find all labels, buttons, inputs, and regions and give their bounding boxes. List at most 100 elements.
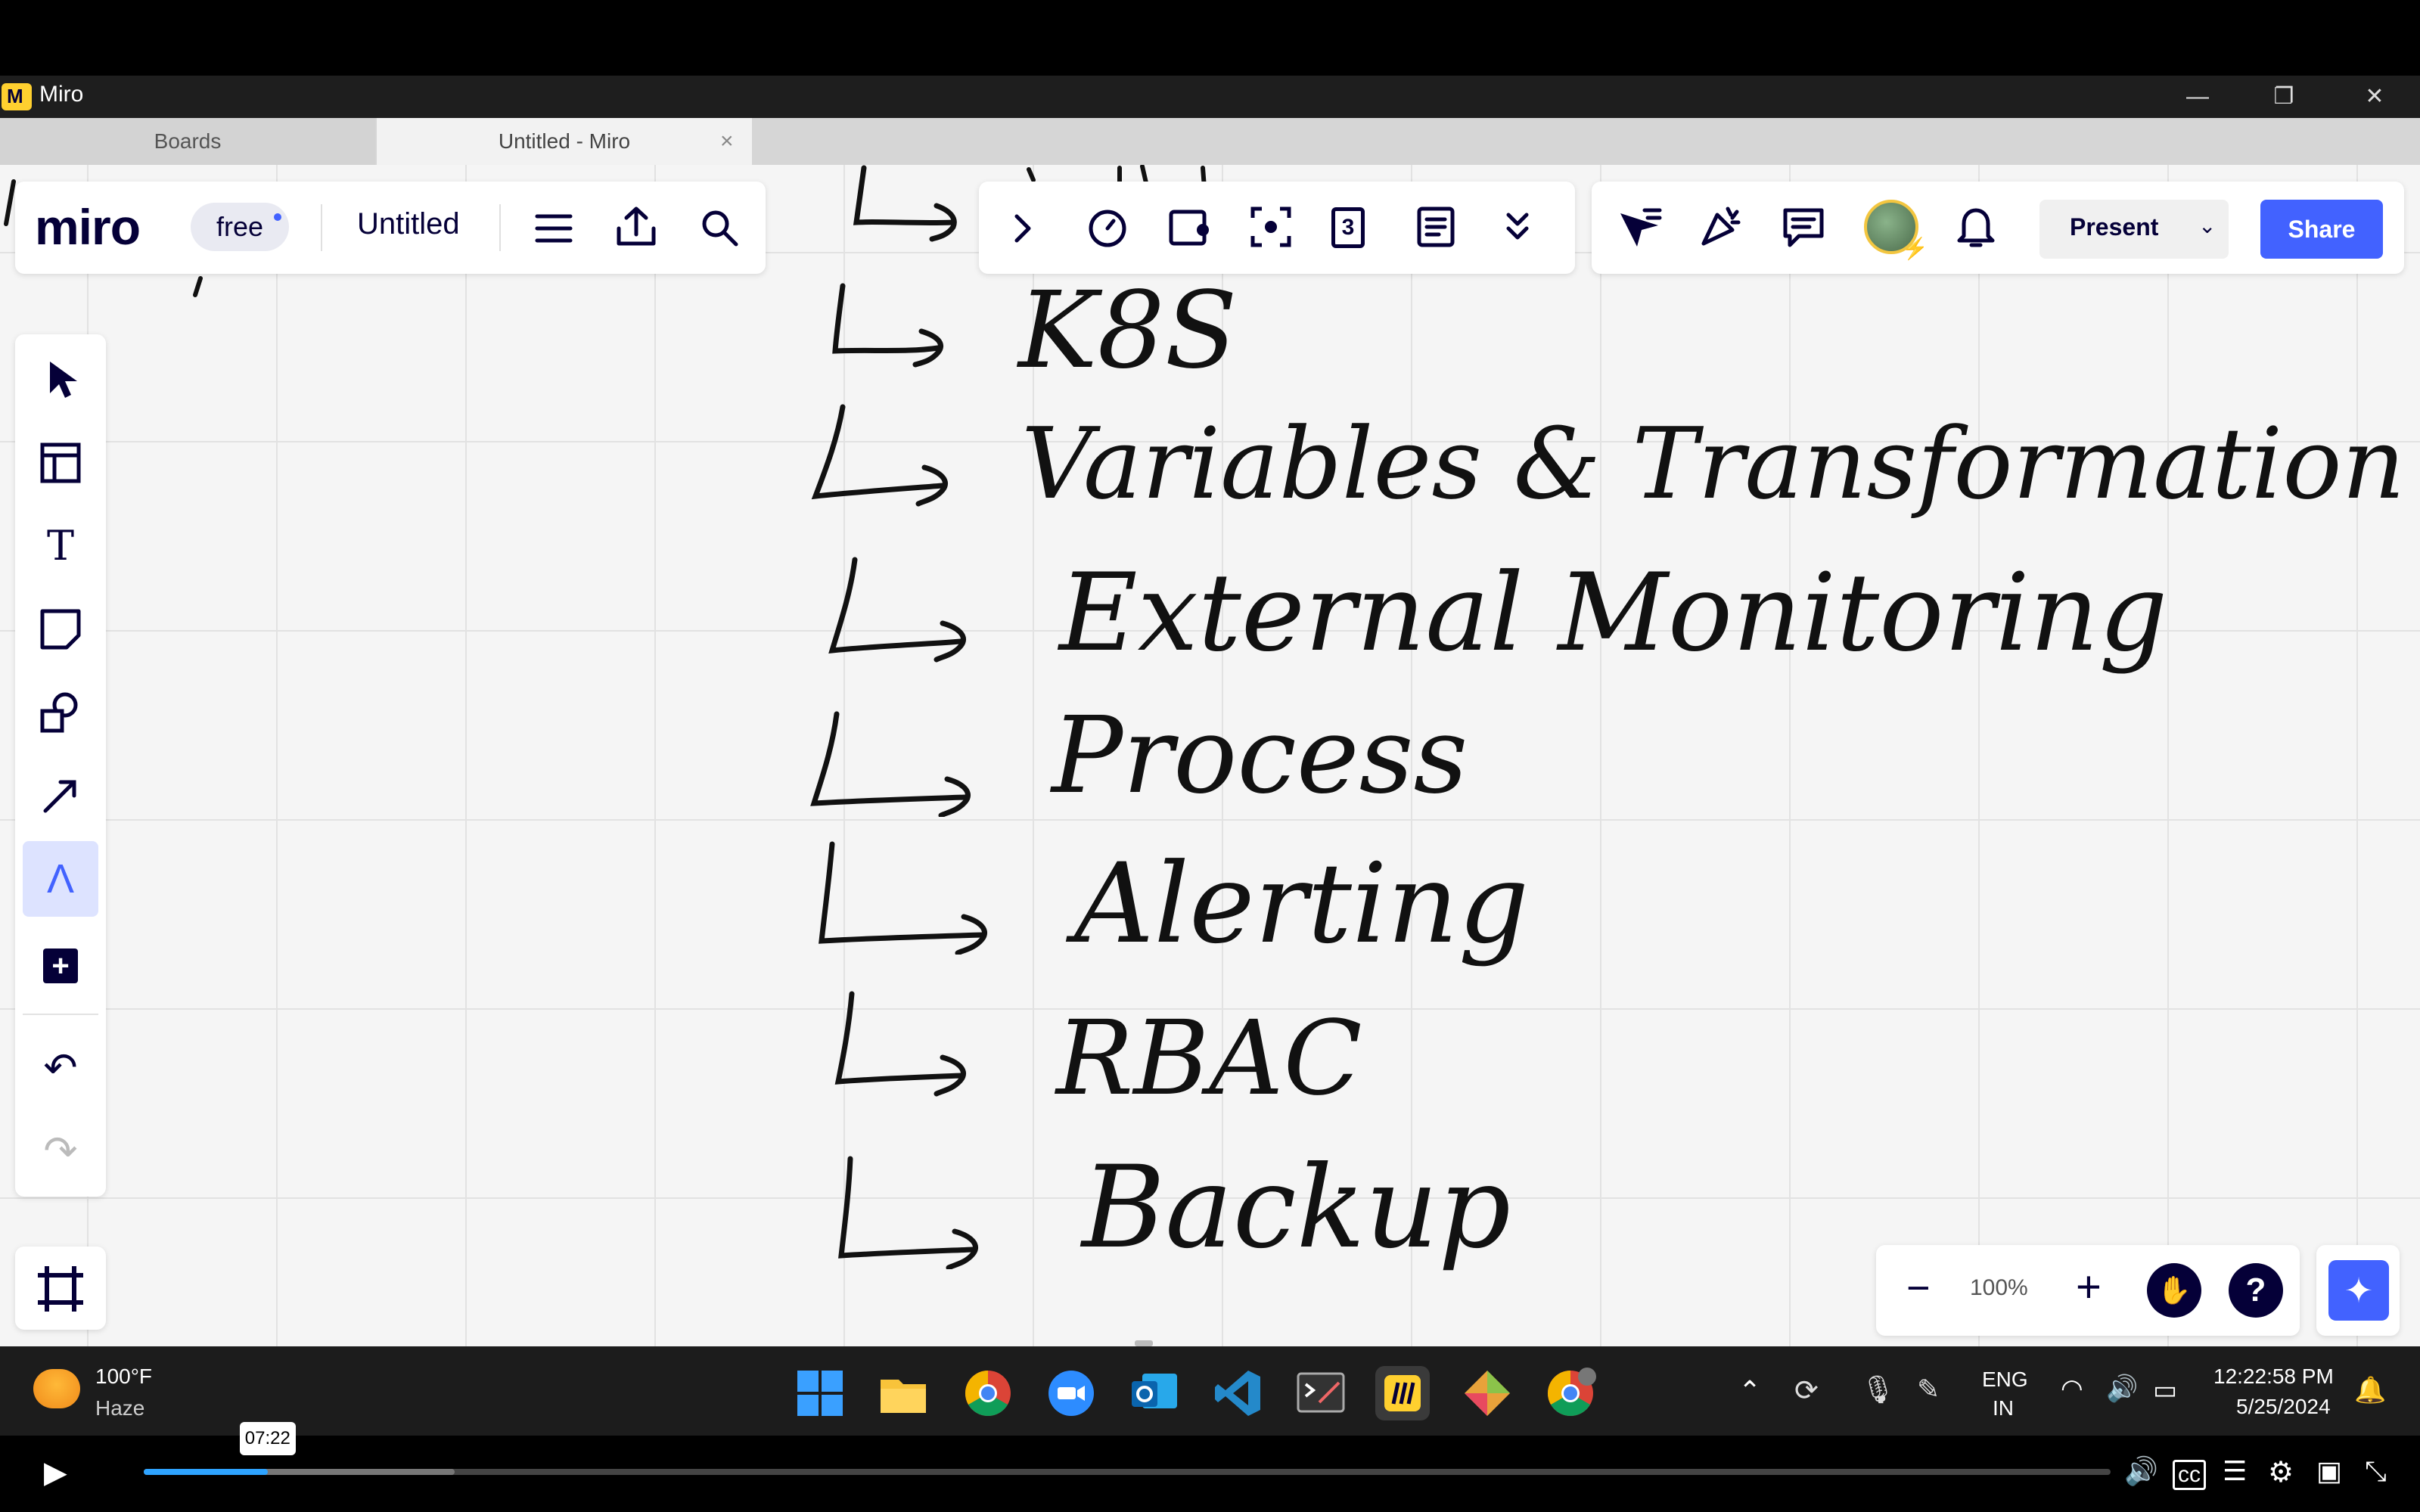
- handwriting-variables-transformation: Variables & Transformation: [1021, 406, 2406, 521]
- card-icon[interactable]: [1167, 204, 1212, 250]
- arrow-backup: [838, 1156, 979, 1269]
- shapes-icon: [40, 692, 78, 733]
- board-header-panel: miro free Untitled: [15, 182, 766, 274]
- counter-icon[interactable]: 3: [1331, 207, 1365, 248]
- counter-value: 3: [1341, 215, 1355, 240]
- search-icon[interactable]: [699, 207, 740, 248]
- chrome-profile-icon[interactable]: [1543, 1366, 1598, 1420]
- select-tool[interactable]: [23, 342, 98, 418]
- minimize-button[interactable]: —: [2164, 79, 2232, 115]
- comments-icon[interactable]: [1781, 204, 1826, 250]
- timer-icon[interactable]: [1085, 204, 1130, 250]
- sticky-note-icon: [40, 609, 81, 650]
- notes-icon[interactable]: [1413, 204, 1459, 250]
- redo-button[interactable]: ↷: [23, 1113, 98, 1189]
- arrow-process: [810, 711, 971, 817]
- miniplayer-icon[interactable]: ▣: [2316, 1455, 2342, 1487]
- zoom-app-icon[interactable]: [1044, 1366, 1098, 1420]
- divider: [23, 1014, 98, 1015]
- undo-button[interactable]: ↶: [23, 1030, 98, 1106]
- sync-icon[interactable]: ⟳: [1794, 1374, 1819, 1408]
- microphone-icon[interactable]: 🎙: [1861, 1374, 1896, 1405]
- chevron-up-icon[interactable]: ⌃: [1738, 1375, 1761, 1407]
- focus-frame-icon[interactable]: [1248, 204, 1294, 250]
- notification-bell-icon[interactable]: 🔔: [2354, 1375, 2386, 1405]
- board-name[interactable]: Untitled: [357, 207, 460, 241]
- language-top[interactable]: ENG: [1982, 1368, 2028, 1392]
- miro-logo[interactable]: miro: [35, 198, 141, 256]
- reactions-icon[interactable]: [1698, 201, 1746, 250]
- tab-boards[interactable]: Boards: [0, 118, 375, 165]
- expand-chevron-icon[interactable]: [1008, 212, 1038, 245]
- share-panel: ⚡ Present ⌄ Share: [1592, 182, 2404, 274]
- help-button[interactable]: ?: [2229, 1263, 2283, 1318]
- vscode-icon[interactable]: [1210, 1366, 1265, 1420]
- export-icon[interactable]: [614, 204, 658, 248]
- arrow-external: [828, 557, 967, 663]
- plus-square-icon: +: [43, 948, 78, 983]
- git-icon[interactable]: [1460, 1366, 1514, 1420]
- clock-date[interactable]: 5/25/2024: [2236, 1395, 2331, 1419]
- zoom-in-button[interactable]: +: [2076, 1262, 2102, 1312]
- shapes-tool[interactable]: [23, 675, 98, 750]
- playlist-icon[interactable]: ☰: [2223, 1455, 2247, 1487]
- clock-time[interactable]: 12:22:58 PM: [2213, 1365, 2334, 1389]
- zoom-level[interactable]: 100%: [1970, 1275, 2028, 1301]
- text-tool[interactable]: T: [23, 508, 98, 584]
- frame-icon: [38, 1266, 83, 1312]
- miro-taskbar-icon[interactable]: [1375, 1366, 1430, 1420]
- collaboration-toolbar: 3: [979, 182, 1575, 274]
- pen-tray-icon[interactable]: ✎: [1917, 1374, 1940, 1405]
- share-button[interactable]: Share: [2260, 200, 2383, 259]
- zoom-out-button[interactable]: −: [1906, 1265, 1931, 1312]
- bell-icon[interactable]: [1955, 204, 1997, 250]
- connection-line-tool[interactable]: [23, 758, 98, 834]
- creation-toolbar: T Λ + ↶ ↷: [15, 334, 106, 1197]
- outlook-icon[interactable]: [1127, 1366, 1182, 1420]
- more-apps-tool[interactable]: +: [23, 924, 98, 1000]
- sticky-note-tool[interactable]: [23, 591, 98, 667]
- weather-haze-icon[interactable]: [33, 1369, 80, 1408]
- file-explorer-icon[interactable]: [876, 1366, 930, 1420]
- wifi-icon[interactable]: ◠: [2061, 1374, 2083, 1404]
- board-canvas[interactable]: K8S Variables & Transformation External …: [0, 165, 2420, 1346]
- hand-tool-button[interactable]: ✋: [2147, 1263, 2201, 1318]
- settings-gear-icon[interactable]: ⚙: [2268, 1455, 2294, 1489]
- handwriting-external-monitoring: External Monitoring: [1059, 551, 2168, 675]
- chrome-icon[interactable]: [961, 1366, 1015, 1420]
- miro-app-icon: M: [2, 83, 32, 110]
- volume-button-icon[interactable]: 🔊: [2124, 1455, 2158, 1487]
- chevron-down-icon[interactable]: ⌄: [2198, 213, 2216, 238]
- restore-button[interactable]: ❐: [2250, 79, 2318, 115]
- close-window-button[interactable]: ✕: [2341, 79, 2409, 115]
- captions-icon[interactable]: cc: [2173, 1460, 2206, 1490]
- handwriting-process: Process: [1052, 694, 1468, 818]
- fullscreen-exit-icon[interactable]: ⤡: [2365, 1455, 2387, 1488]
- plan-badge[interactable]: free: [191, 203, 289, 251]
- language-bottom[interactable]: IN: [1993, 1396, 2014, 1420]
- weather-condition[interactable]: Haze: [95, 1396, 144, 1420]
- arrow-line-icon: [43, 780, 76, 813]
- progress-played[interactable]: [144, 1469, 268, 1475]
- arrow-variables: [811, 404, 949, 507]
- pen-tool[interactable]: Λ: [23, 841, 98, 917]
- templates-tool[interactable]: [23, 425, 98, 501]
- play-button[interactable]: ▶: [44, 1455, 67, 1490]
- sparkle-icon: ✦: [2328, 1260, 2389, 1321]
- cursor-share-icon[interactable]: [1614, 206, 1663, 251]
- present-button[interactable]: Present ⌄: [2039, 200, 2229, 259]
- volume-icon[interactable]: 🔊: [2106, 1374, 2138, 1404]
- tab-close-icon[interactable]: ×: [720, 118, 734, 165]
- ai-assist-button[interactable]: ✦: [2316, 1245, 2400, 1336]
- menu-icon[interactable]: [534, 209, 573, 248]
- terminal-icon[interactable]: [1294, 1366, 1348, 1420]
- weather-temperature[interactable]: 100°F: [95, 1365, 152, 1389]
- start-icon[interactable]: [793, 1366, 847, 1420]
- collapse-icon[interactable]: [1502, 209, 1533, 247]
- zoom-controls: − 100% + ✋ ?: [1876, 1245, 2300, 1336]
- tab-untitled-miro[interactable]: Untitled - Miro: [377, 118, 752, 165]
- canvas-scroll-handle[interactable]: [1135, 1340, 1153, 1346]
- window-title: Miro: [39, 82, 84, 107]
- frames-button[interactable]: [15, 1247, 106, 1330]
- battery-icon[interactable]: ▭: [2153, 1375, 2177, 1405]
